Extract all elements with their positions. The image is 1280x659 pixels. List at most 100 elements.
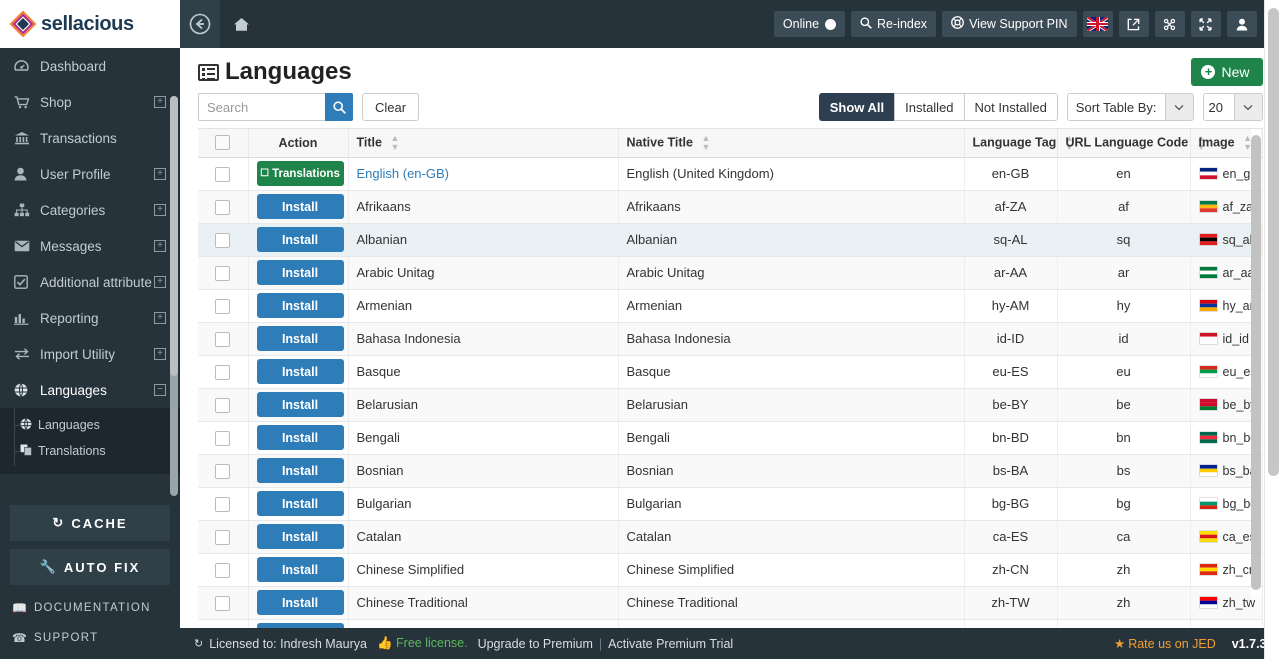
expand-plus-icon[interactable]: + (154, 276, 166, 288)
sidebar-item-import-utility[interactable]: Import Utility + (0, 336, 180, 372)
expand-plus-icon[interactable]: + (154, 204, 166, 216)
sidebar-item-languages[interactable]: Languages − (0, 372, 180, 408)
expand-plus-icon[interactable]: + (154, 96, 166, 108)
page-limit-select[interactable]: 20 (1202, 93, 1263, 121)
language-flag-button[interactable] (1082, 11, 1113, 37)
expand-plus-icon[interactable]: + (154, 168, 166, 180)
row-checkbox[interactable] (215, 397, 231, 413)
reindex-button[interactable]: Re-index (851, 11, 937, 37)
table-row[interactable]: Install Armenian Armenian hy-AM hy hy_am (198, 289, 1263, 323)
table-row[interactable]: Install Basque Basque eu-ES eu eu_es (198, 355, 1263, 389)
rate-us-on-jed-link[interactable]: ★ Rate us on JED (1114, 636, 1216, 652)
online-status-button[interactable]: Online (773, 11, 846, 37)
row-checkbox[interactable] (215, 463, 231, 479)
install-button[interactable]: Install (256, 227, 344, 252)
row-checkbox[interactable] (215, 199, 231, 215)
column-url-language-code[interactable]: URL Language Code ▲▼ (1057, 129, 1206, 158)
filter-installed[interactable]: Installed (894, 93, 964, 121)
table-row[interactable]: Install Belarusian Belarusian be-BY be be_by (198, 388, 1263, 422)
install-button[interactable]: Install (256, 623, 344, 628)
sidebar-scrollbar[interactable] (170, 96, 178, 496)
fullscreen-button[interactable] (1190, 11, 1221, 37)
new-button[interactable]: + New (1191, 58, 1263, 86)
view-support-pin-button[interactable]: View Support PIN (942, 11, 1077, 37)
joomla-button[interactable] (1154, 11, 1185, 37)
row-checkbox[interactable] (215, 331, 231, 347)
sidebar-subitem-translations[interactable]: Translations (0, 438, 180, 464)
install-button[interactable]: Install (256, 326, 344, 351)
sidebar-item-user-profile[interactable]: User Profile + (0, 156, 180, 192)
row-checkbox[interactable] (215, 529, 231, 545)
activate-premium-trial-link[interactable]: Activate Premium Trial (608, 637, 733, 651)
brand-logo-area[interactable]: sellacious (0, 0, 180, 48)
support-link[interactable]: ☎ SUPPORT (10, 623, 170, 653)
row-checkbox[interactable] (215, 232, 231, 248)
sort-icon[interactable]: ▲▼ (390, 133, 399, 152)
install-button[interactable]: Install (256, 590, 344, 615)
table-scrollbar-thumb[interactable] (1250, 135, 1261, 590)
column-title[interactable]: Title ▲ ▼ (348, 129, 619, 158)
row-checkbox[interactable] (215, 562, 231, 578)
language-title-link[interactable]: English (en-GB) (357, 166, 449, 181)
table-row[interactable]: Install Arabic Unitag Arabic Unitag ar-AA ar… (198, 256, 1263, 290)
home-button[interactable] (220, 0, 262, 48)
table-row[interactable]: Install Catalan Catalan ca-ES ca ca_es (198, 520, 1263, 554)
table-row[interactable]: Install Afrikaans Afrikaans af-ZA af af_za (198, 190, 1263, 224)
clear-button[interactable]: Clear (362, 93, 420, 121)
install-button[interactable]: Install (256, 392, 344, 417)
sidebar-item-dashboard[interactable]: Dashboard (0, 48, 180, 84)
install-button[interactable]: Install (256, 557, 344, 582)
table-row[interactable]: Install Chinese Simplified Chinese Simplif… (198, 553, 1263, 587)
search-button[interactable] (325, 93, 353, 121)
table-row[interactable]: Install Bosnian Bosnian bs-BA bs bs_ba (198, 454, 1263, 488)
sidebar-item-additional-attribute[interactable]: Additional attribute + (0, 264, 180, 300)
row-checkbox[interactable] (215, 364, 231, 380)
install-button[interactable]: Install (256, 458, 344, 483)
sidebar-item-messages[interactable]: Messages + (0, 228, 180, 264)
sidebar-item-reporting[interactable]: Reporting + (0, 300, 180, 336)
table-row[interactable]: Install Chinese Traditional Chinese Tradit… (198, 586, 1263, 620)
expand-plus-icon[interactable]: + (154, 312, 166, 324)
sidebar-item-shop[interactable]: Shop + (0, 84, 180, 120)
table-row[interactable]: ☐ Translations English (en-GB) English (Uni… (198, 157, 1263, 191)
upgrade-to-premium-link[interactable]: Upgrade to Premium (478, 637, 593, 651)
sort-table-by-select[interactable]: Sort Table By: (1066, 93, 1194, 121)
install-button[interactable]: Install (256, 194, 344, 219)
row-checkbox[interactable] (215, 595, 231, 611)
table-row[interactable]: InstallCroatianCroatianhr-HRhrhr_hr (198, 619, 1263, 628)
expand-plus-icon[interactable]: + (154, 348, 166, 360)
row-checkbox[interactable] (215, 265, 231, 281)
chevron-down-icon[interactable] (1164, 94, 1193, 120)
sort-icon[interactable]: ▲▼ (701, 133, 710, 152)
column-language-tag[interactable]: Language Tag ▲▼ (964, 129, 1074, 158)
install-button[interactable]: Install (256, 425, 344, 450)
row-checkbox[interactable] (215, 430, 231, 446)
filter-not-installed[interactable]: Not Installed (963, 93, 1058, 121)
sidebar-item-categories[interactable]: Categories + (0, 192, 180, 228)
table-row[interactable]: Install Bulgarian Bulgarian bg-BG bg bg_bg (198, 487, 1263, 521)
row-checkbox[interactable] (215, 496, 231, 512)
column-native-title[interactable]: Native Title ▲ ▼ (618, 129, 965, 158)
external-link-button[interactable] (1118, 11, 1149, 37)
table-row[interactable]: Install Bengali Bengali bn-BD bn bn_bd (198, 421, 1263, 455)
documentation-link[interactable]: 📖 DOCUMENTATION (10, 593, 170, 623)
back-button[interactable] (180, 0, 220, 48)
install-button[interactable]: Install (256, 491, 344, 516)
search-input[interactable] (198, 93, 325, 121)
collapse-minus-icon[interactable]: − (154, 384, 166, 396)
install-button[interactable]: Install (256, 293, 344, 318)
expand-plus-icon[interactable]: + (154, 240, 166, 252)
page-scrollbar[interactable] (1264, 0, 1280, 659)
user-account-button[interactable] (1226, 11, 1257, 37)
table-row[interactable]: Install Bahasa Indonesia Bahasa Indonesia i… (198, 322, 1263, 356)
table-row[interactable]: Install Albanian Albanian sq-AL sq sq_al (198, 223, 1263, 257)
table-scrollbar[interactable] (1250, 129, 1261, 599)
sidebar-subitem-languages[interactable]: Languages (0, 412, 180, 438)
filter-show-all[interactable]: Show All (818, 93, 895, 121)
cache-button[interactable]: ↻ CACHE (10, 505, 170, 541)
translations-button[interactable]: ☐ Translations (256, 161, 344, 186)
row-checkbox[interactable] (215, 298, 231, 314)
install-button[interactable]: Install (256, 524, 344, 549)
page-scrollbar-thumb[interactable] (1268, 8, 1279, 476)
chevron-down-icon[interactable] (1233, 94, 1262, 120)
